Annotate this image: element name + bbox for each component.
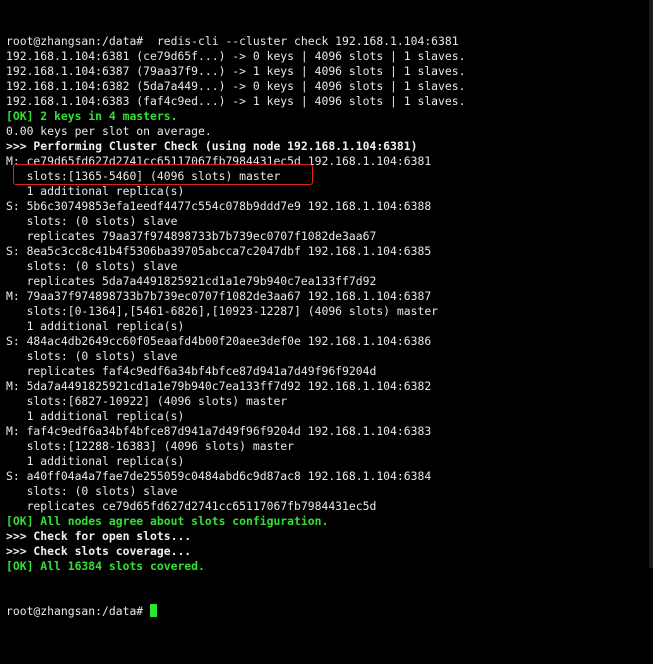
output-line: 1 additional replica(s) — [6, 409, 185, 423]
terminal-window[interactable]: root@zhangsan:/data# redis-cli --cluster… — [0, 0, 653, 618]
output-line: root@zhangsan:/data# redis-cli --cluster… — [6, 34, 459, 48]
output-line: S: 484ac4db2649cc60f05eaafd4b00f20aee3de… — [6, 334, 432, 348]
output-line: replicates faf4c9edf6a34bf4bfce87d941a7d… — [6, 364, 377, 378]
output-line: slots:[0-1364],[5461-6826],[10923-12287]… — [6, 304, 439, 318]
output-line: [OK] 2 keys in 4 masters. — [6, 109, 178, 123]
output-line: S: a40ff04a4a7fae7de255059c0484abd6c9d87… — [6, 469, 432, 483]
output-line: 192.168.1.104:6382 (5da7a449...) -> 0 ke… — [6, 79, 466, 93]
output-line: [OK] All 16384 slots covered. — [6, 559, 205, 573]
output-line: slots: (0 slots) slave — [6, 349, 178, 363]
output-line: slots:[1365-5460] (4096 slots) master — [6, 169, 281, 183]
output-line: replicates ce79d65fd627d2741cc65117067fb… — [6, 499, 377, 513]
terminal-scrollbar[interactable] — [649, 0, 653, 568]
output-line: M: 79aa37f974898733b7b739ec0707f1082de3a… — [6, 289, 432, 303]
output-line: 1 additional replica(s) — [6, 319, 185, 333]
output-line: 1 additional replica(s) — [6, 184, 185, 198]
output-line: S: 8ea5c3cc8c41b4f5306ba39705abcca7c2047… — [6, 244, 432, 258]
output-line: 192.168.1.104:6387 (79aa37f9...) -> 1 ke… — [6, 64, 466, 78]
output-line: 192.168.1.104:6383 (faf4c9ed...) -> 1 ke… — [6, 94, 466, 108]
output-line: slots:[12288-16383] (4096 slots) master — [6, 439, 295, 453]
output-line: slots:[6827-10922] (4096 slots) master — [6, 394, 288, 408]
output-line: slots: (0 slots) slave — [6, 214, 178, 228]
output-line: slots: (0 slots) slave — [6, 484, 178, 498]
output-line: 1 additional replica(s) — [6, 454, 185, 468]
output-line: 192.168.1.104:6381 (ce79d65f...) -> 0 ke… — [6, 49, 466, 63]
output-line: M: ce79d65fd627d2741cc65117067fb7984431e… — [6, 154, 432, 168]
output-line: >>> Check for open slots... — [6, 529, 192, 543]
output-line: M: faf4c9edf6a34bf4bfce87d941a7d49f96f92… — [6, 424, 432, 438]
output-line: replicates 5da7a4491825921cd1a1e79b940c7… — [6, 274, 377, 288]
output-line: S: 5b6c30749853efa1eedf4477c554c078b9ddd… — [6, 199, 432, 213]
prompt-line[interactable]: root@zhangsan:/data# — [6, 604, 653, 619]
output-line: M: 5da7a4491825921cd1a1e79b940c7ea133ff7… — [6, 379, 432, 393]
output-line: [OK] All nodes agree about slots configu… — [6, 514, 329, 528]
output-line: slots: (0 slots) slave — [6, 259, 178, 273]
output-line: >>> Performing Cluster Check (using node… — [6, 139, 418, 153]
cursor-block — [150, 604, 158, 617]
output-line: replicates 79aa37f974898733b7b739ec0707f… — [6, 229, 377, 243]
shell-prompt: root@zhangsan:/data# — [6, 604, 151, 618]
output-line: 0.00 keys per slot on average. — [6, 124, 212, 138]
terminal-output: root@zhangsan:/data# redis-cli --cluster… — [6, 34, 653, 574]
output-line: >>> Check slots coverage... — [6, 544, 192, 558]
